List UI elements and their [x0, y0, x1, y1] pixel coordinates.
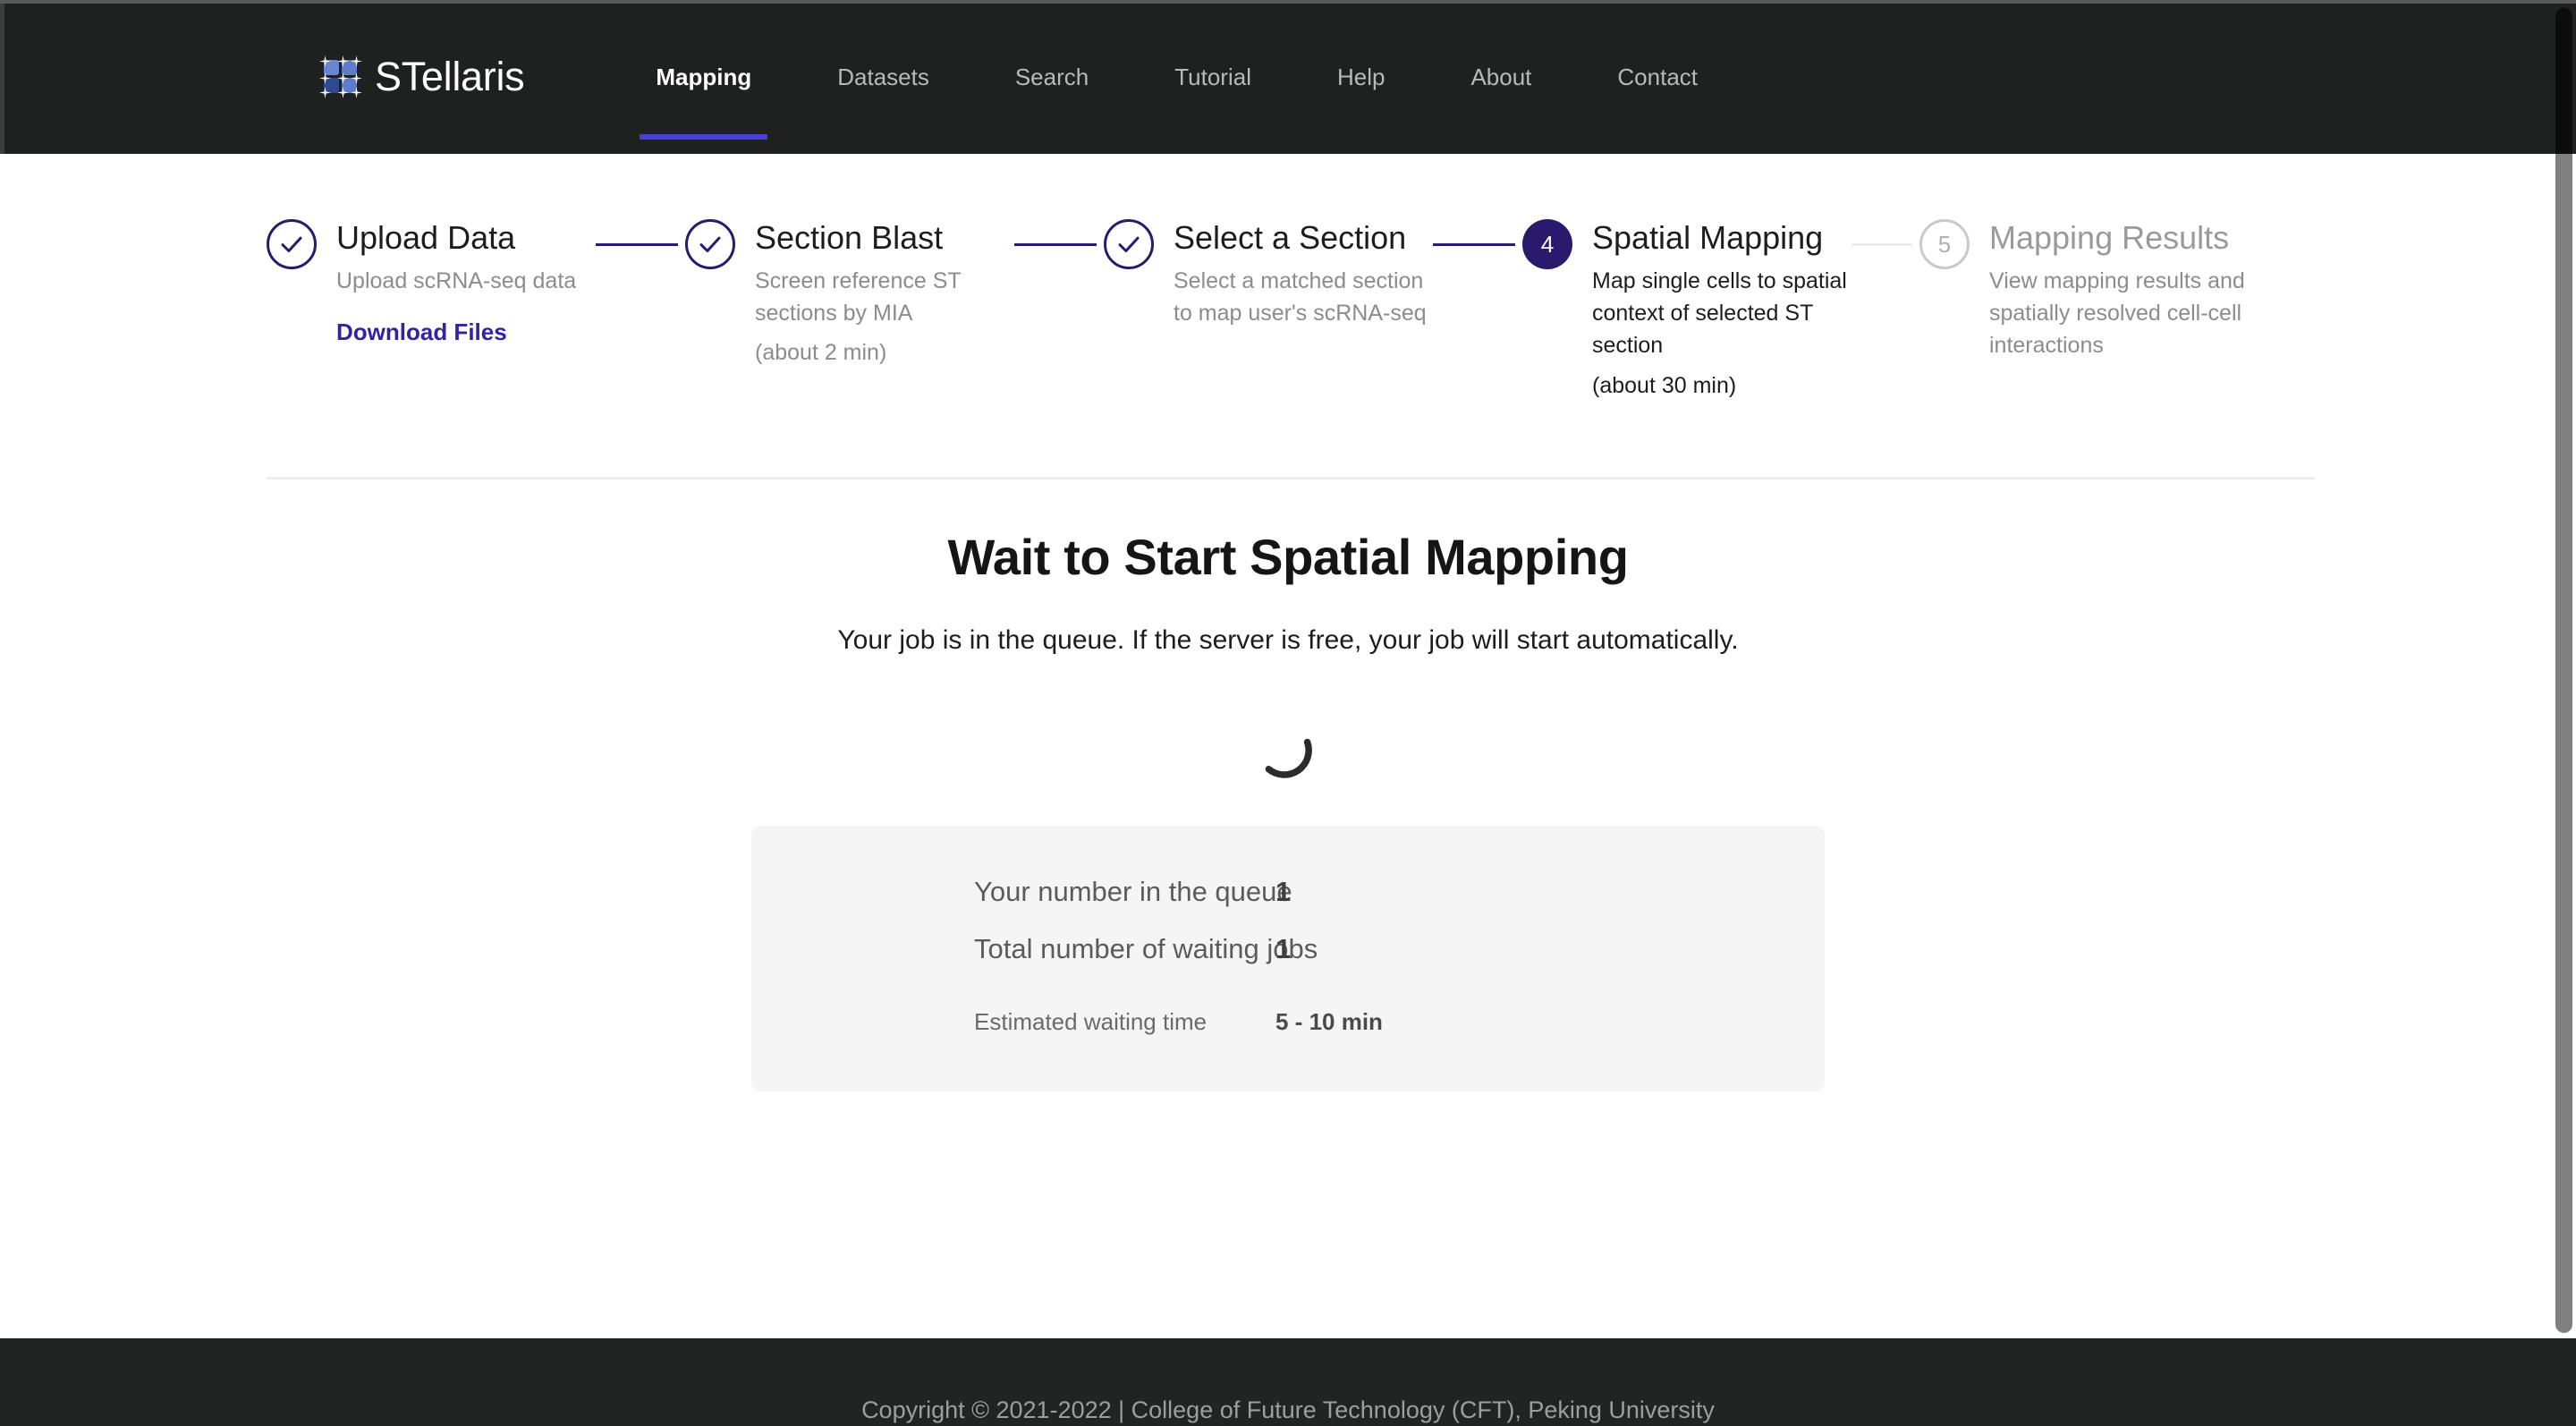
step-1-check-icon: [267, 219, 317, 269]
step-3-title: Select a Section: [1174, 219, 1407, 256]
main-content: Wait to Start Spatial Mapping Your job i…: [0, 501, 2576, 1091]
nav-item-about[interactable]: About: [1440, 0, 1562, 154]
brand-name: STellaris: [375, 54, 525, 99]
window-chrome-left-edge: [0, 0, 4, 154]
step-1-title: Upload Data: [336, 219, 516, 256]
window-chrome-top-edge: [0, 0, 2576, 4]
vertical-scrollbar-thumb[interactable]: [2555, 7, 2572, 1333]
step-connector-3-4: [1433, 243, 1515, 246]
estimated-waiting-time-label: Estimated waiting time: [974, 1008, 1208, 1035]
step-mapping-results[interactable]: 5 Mapping Results View mapping results a…: [1919, 218, 2249, 362]
step-5-number-badge: 5: [1919, 219, 1970, 269]
step-2-check-icon: [685, 219, 735, 269]
step-select-a-section[interactable]: Select a Section Select a matched sectio…: [1104, 218, 1433, 329]
estimated-waiting-time-value: 5 - 10 min: [1275, 1008, 1383, 1035]
queue-position-label: Your number in the queue: [974, 876, 1292, 907]
step-4-number-badge: 4: [1522, 219, 1572, 269]
queue-position-row: Your number in the queue 1: [751, 876, 1825, 908]
step-connector-1-2: [596, 243, 678, 246]
estimated-waiting-time-row: Estimated waiting time 5 - 10 min: [751, 1008, 1825, 1036]
total-waiting-jobs-row: Total number of waiting jobs 1: [751, 933, 1825, 965]
vertical-scrollbar[interactable]: [2552, 0, 2576, 1426]
step-4-title: Spatial Mapping: [1592, 219, 1824, 256]
total-waiting-jobs-value: 1: [1275, 933, 1292, 964]
step-1-description: Upload scRNA-seq data: [336, 267, 577, 293]
progress-stepper-region: Upload Data Upload scRNA-seq data Downlo…: [0, 154, 2576, 402]
top-navigation-bar: STellaris Mapping Datasets Search Tutori…: [0, 0, 2576, 154]
step-4-description: Map single cells to spatial context of s…: [1592, 267, 1847, 359]
step-5-title: Mapping Results: [1989, 219, 2230, 256]
step-3-check-icon: [1104, 219, 1154, 269]
nav-item-datasets[interactable]: Datasets: [807, 0, 960, 154]
nav-item-tutorial[interactable]: Tutorial: [1144, 0, 1282, 154]
nav-links: Mapping Datasets Search Tutorial Help Ab…: [625, 0, 1728, 154]
step-upload-data[interactable]: Upload Data Upload scRNA-seq data Downlo…: [267, 218, 596, 346]
progress-stepper: Upload Data Upload scRNA-seq data Downlo…: [267, 218, 2315, 402]
step-2-title: Section Blast: [755, 219, 944, 256]
brand-logo-link[interactable]: STellaris: [319, 0, 525, 154]
step-3-description: Select a matched section to map user's s…: [1174, 267, 1427, 327]
spinner-region: [0, 699, 2576, 806]
loading-spinner-icon: [1265, 738, 1312, 778]
nav-item-mapping[interactable]: Mapping: [625, 0, 782, 154]
step-spatial-mapping[interactable]: 4 Spatial Mapping Map single cells to sp…: [1522, 218, 1852, 402]
section-divider: [267, 477, 2315, 480]
queue-info-card: Your number in the queue 1 Total number …: [751, 826, 1825, 1091]
step-2-duration: (about 2 min): [755, 340, 887, 366]
page-title: Wait to Start Spatial Mapping: [947, 529, 1629, 585]
step-section-blast[interactable]: Section Blast Screen reference ST sectio…: [685, 218, 1014, 369]
nav-item-contact[interactable]: Contact: [1587, 0, 1728, 154]
vertical-scrollbar-thumb-over-navbar[interactable]: [2555, 7, 2572, 154]
page-footer: Copyright © 2021-2022 | College of Futur…: [0, 1338, 2576, 1426]
stellaris-grid-logo-icon: [319, 55, 362, 98]
step-4-duration: (about 30 min): [1592, 372, 1737, 398]
step-5-description: View mapping results and spatially resol…: [1989, 267, 2245, 359]
step-2-description: Screen reference ST sections by MIA: [755, 267, 962, 327]
queue-position-value: 1: [1275, 876, 1292, 907]
page-subtitle: Your job is in the queue. If the server …: [837, 625, 1739, 655]
copyright-text: Copyright © 2021-2022 | College of Futur…: [861, 1396, 1715, 1423]
step-connector-4-5: [1852, 243, 1912, 246]
page-root: STellaris Mapping Datasets Search Tutori…: [0, 0, 2576, 1426]
nav-item-help[interactable]: Help: [1307, 0, 1415, 154]
step-connector-2-3: [1014, 243, 1097, 246]
nav-item-search[interactable]: Search: [985, 0, 1119, 154]
total-waiting-jobs-label: Total number of waiting jobs: [974, 933, 1318, 964]
download-files-link[interactable]: Download Files: [336, 318, 596, 346]
